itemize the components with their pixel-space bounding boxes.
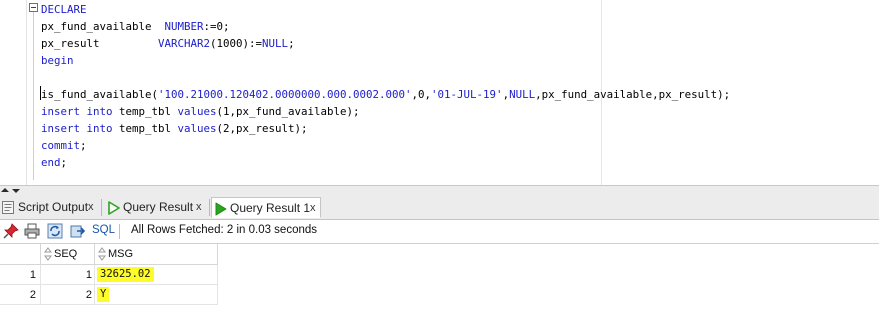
- msg-cell[interactable]: Y: [95, 285, 218, 305]
- tab-query-result-1[interactable]: Query Result 1 x: [211, 197, 321, 218]
- code-text: temp_tbl: [112, 105, 178, 118]
- code-text: is_fund_available(: [41, 88, 159, 101]
- code-area[interactable]: DECLARE px_fund_available NUMBER:=0; px_re…: [41, 1, 730, 171]
- result-tabbar: Script Output x Query Result x Query Res…: [0, 195, 879, 220]
- gutter-divider: [26, 0, 27, 185]
- close-icon[interactable]: x: [88, 197, 94, 218]
- code-keyword: values: [177, 105, 217, 118]
- column-header-seq[interactable]: SEQ: [41, 244, 95, 265]
- row-number[interactable]: 1: [0, 265, 41, 285]
- code-line[interactable]: insert into temp_tbl values(1,px_fund_av…: [41, 103, 730, 120]
- seq-cell[interactable]: 1: [41, 265, 95, 285]
- editor-gutter: [0, 0, 26, 185]
- code-text: (1000):=: [210, 37, 263, 50]
- code-keyword: insert into: [41, 105, 113, 118]
- msg-value: Y: [97, 287, 110, 302]
- text-caret: [40, 86, 41, 100]
- tab-label: Query Result 1: [230, 201, 311, 215]
- msg-cell[interactable]: 32625.02: [95, 265, 218, 285]
- code-keyword: NULL: [509, 88, 536, 101]
- tab-separator: [101, 199, 102, 216]
- code-line[interactable]: insert into temp_tbl values(2,px_result)…: [41, 120, 730, 137]
- column-header-msg[interactable]: MSG: [95, 244, 218, 265]
- sql-editor[interactable]: DECLARE px_fund_available NUMBER:=0; px_re…: [0, 0, 879, 185]
- row-number-header[interactable]: [0, 244, 41, 265]
- export-icon[interactable]: [70, 223, 86, 239]
- close-icon[interactable]: x: [310, 198, 316, 219]
- tab-script-output[interactable]: Script Output x: [0, 197, 100, 218]
- sql-button[interactable]: SQL: [92, 224, 115, 236]
- code-keyword: NULL: [262, 37, 289, 50]
- code-line[interactable]: begin: [41, 52, 730, 69]
- fold-guide: [33, 12, 34, 180]
- tab-query-result[interactable]: Query Result x: [105, 197, 208, 218]
- code-keyword: values: [177, 122, 217, 135]
- run-icon: [215, 202, 227, 216]
- code-line[interactable]: commit;: [41, 137, 730, 154]
- code-text: ;: [80, 139, 87, 152]
- code-keyword: DECLARE: [41, 3, 87, 16]
- code-text: ;: [60, 156, 68, 169]
- code-text: (2,px_result);: [216, 122, 308, 135]
- code-keyword: insert into: [41, 122, 113, 135]
- print-icon[interactable]: [24, 223, 40, 239]
- code-keyword: NUMBER: [164, 20, 204, 33]
- pin-icon[interactable]: [3, 223, 19, 239]
- run-icon: [108, 201, 120, 215]
- code-keyword: VARCHAR2: [158, 37, 211, 50]
- code-string: '01-JUL-19': [431, 88, 503, 101]
- code-keyword: begin: [41, 54, 74, 67]
- code-text: :=0;: [203, 20, 230, 33]
- code-string: '100.21000.120402.0000000.000.0002.000': [158, 88, 412, 101]
- code-text: ,0,: [411, 88, 432, 101]
- tab-label: Script Output: [18, 200, 89, 214]
- sort-icon: [98, 247, 106, 261]
- result-toolbar: SQL All Rows Fetched: 2 in 0.03 seconds: [0, 220, 879, 243]
- code-text: px_result: [41, 37, 159, 50]
- code-line[interactable]: [41, 69, 730, 86]
- script-output-icon: [2, 201, 14, 214]
- msg-value: 32625.02: [97, 267, 154, 282]
- code-line[interactable]: end;: [41, 154, 730, 171]
- code-line[interactable]: is_fund_available('100.21000.120402.0000…: [41, 86, 730, 103]
- tab-separator: [209, 199, 210, 216]
- code-keyword: end: [41, 156, 61, 169]
- row-number[interactable]: 2: [0, 285, 41, 305]
- close-icon[interactable]: x: [196, 197, 202, 218]
- code-text: (1,px_fund_available);: [216, 105, 360, 118]
- code-text: temp_tbl: [112, 122, 178, 135]
- code-text: px_fund_available: [41, 20, 165, 33]
- fold-toggle-icon[interactable]: [29, 3, 38, 12]
- toolbar-separator: [119, 224, 120, 239]
- collapse-up-icon[interactable]: [1, 188, 9, 192]
- column-header-label: SEQ: [54, 248, 78, 260]
- sort-icon: [44, 247, 52, 261]
- column-header-label: MSG: [108, 248, 134, 260]
- code-line[interactable]: px_fund_available NUMBER:=0;: [41, 18, 730, 35]
- refresh-icon[interactable]: [47, 223, 63, 239]
- code-line[interactable]: DECLARE: [41, 1, 730, 18]
- tab-label: Query Result: [123, 200, 194, 214]
- fetch-status: All Rows Fetched: 2 in 0.03 seconds: [131, 224, 318, 236]
- code-line[interactable]: px_result VARCHAR2(1000):=NULL;: [41, 35, 730, 52]
- collapse-down-icon[interactable]: [12, 189, 20, 193]
- code-text: ;: [288, 37, 295, 50]
- code-text: ,px_fund_available,px_result);: [535, 88, 731, 101]
- seq-cell[interactable]: 2: [41, 285, 95, 305]
- result-grid: SEQ MSG 1 1 32625.02 2 2 Y: [0, 244, 879, 312]
- code-keyword: commit: [41, 139, 81, 152]
